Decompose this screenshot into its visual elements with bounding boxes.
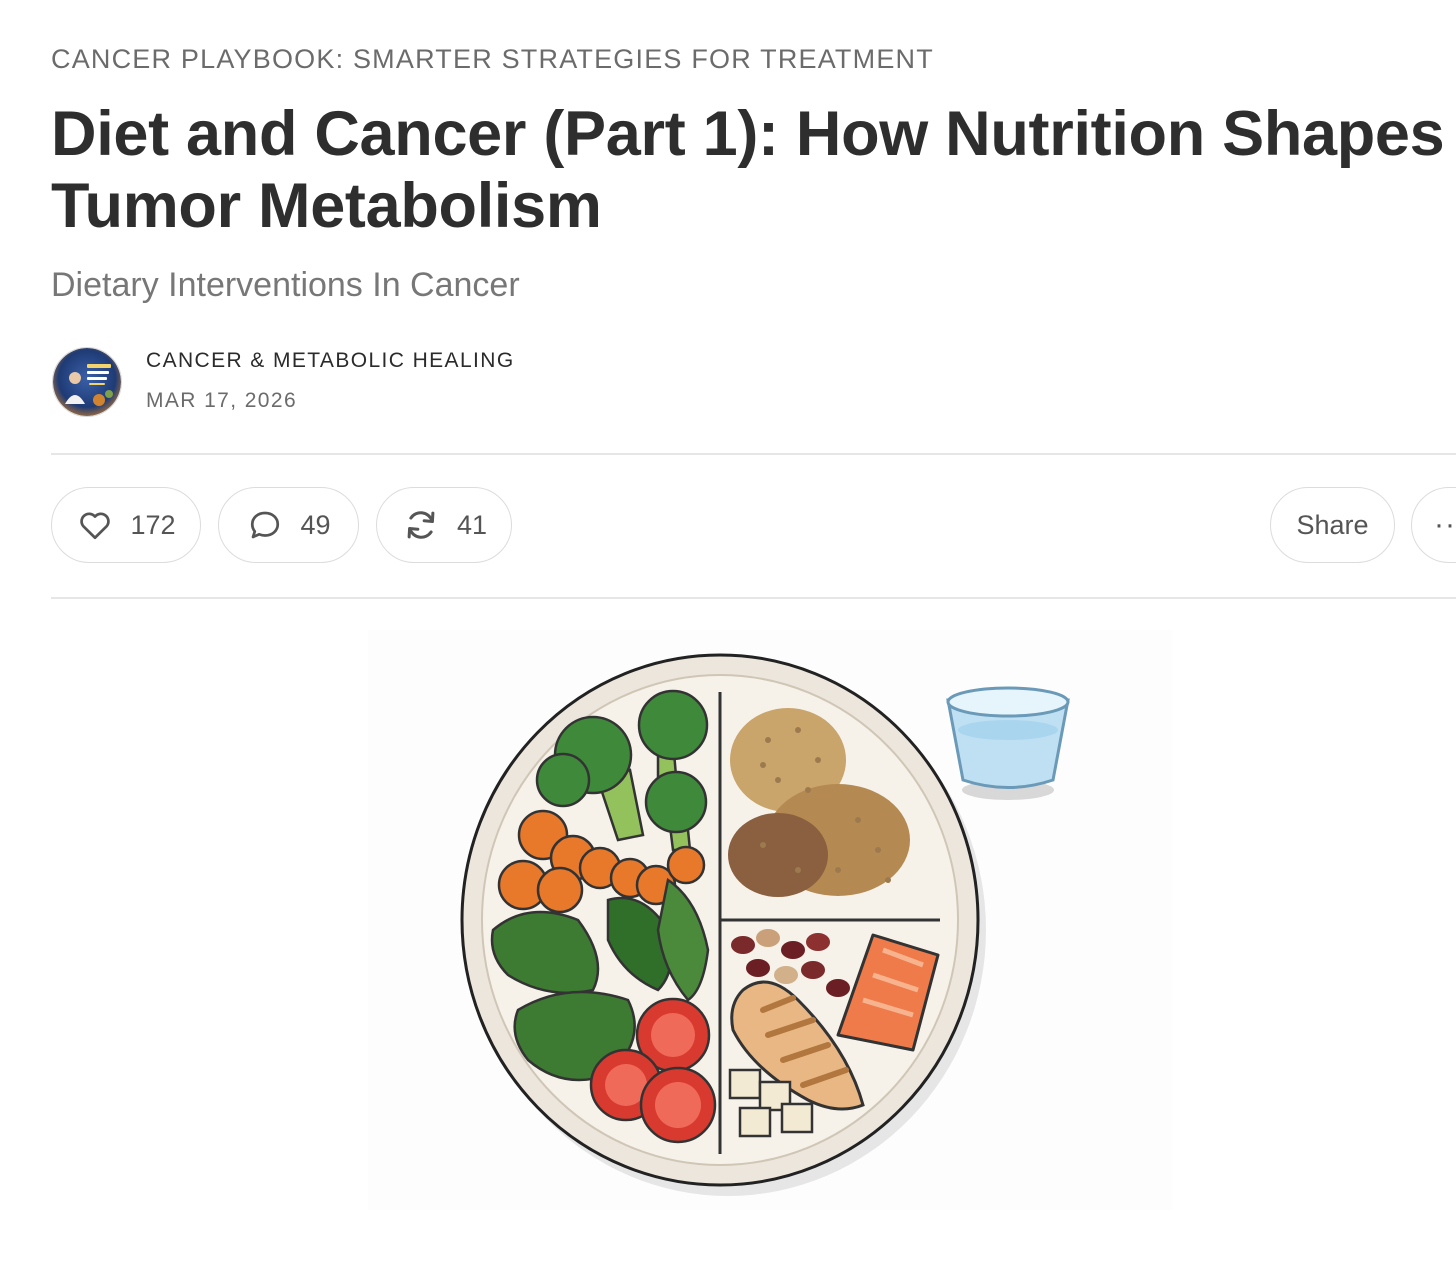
heart-icon — [80, 512, 111, 540]
comment-count: 49 — [300, 509, 331, 540]
divider — [51, 453, 1456, 455]
like-button[interactable]: 172 — [51, 487, 201, 563]
restack-icon — [407, 511, 435, 539]
comment-button[interactable]: 49 — [218, 487, 359, 563]
healthy-plate-illustration — [460, 653, 1070, 1196]
restack-button[interactable]: 41 — [376, 487, 512, 563]
post-date: MAR 17, 2026 — [146, 389, 298, 412]
hero-image — [368, 630, 1172, 1210]
article-subtitle: Dietary Interventions In Cancer — [51, 266, 520, 304]
author-avatar[interactable] — [52, 347, 122, 417]
section-label[interactable]: CANCER PLAYBOOK: SMARTER STRATEGIES FOR … — [51, 44, 934, 75]
more-options-button[interactable]: ·· — [1411, 487, 1456, 563]
share-button[interactable]: Share — [1270, 487, 1395, 563]
article-title: Diet and Cancer (Part 1): How Nutrition … — [51, 99, 1445, 241]
divider — [51, 597, 1456, 599]
restack-count: 41 — [456, 509, 488, 540]
avatar-image — [53, 348, 121, 416]
comment-icon — [251, 511, 280, 539]
article-page: CANCER PLAYBOOK: SMARTER STRATEGIES FOR … — [0, 0, 1456, 1272]
author-name[interactable]: CANCER & METABOLIC HEALING — [146, 349, 515, 373]
water-glass — [946, 686, 1070, 800]
like-count: 172 — [130, 509, 176, 540]
